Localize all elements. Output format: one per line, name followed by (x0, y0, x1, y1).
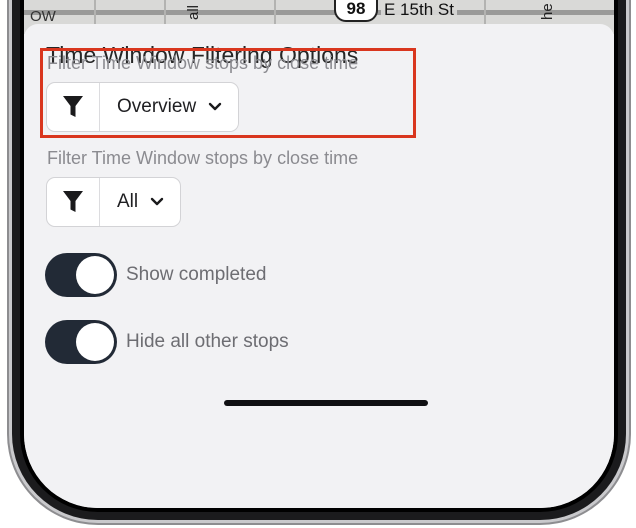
filter-funnel-icon (63, 191, 83, 212)
toggle-row-show-completed: Show completed (45, 253, 266, 297)
toggle-label: Show completed (126, 264, 267, 285)
filter-dropdown-all[interactable]: All (46, 177, 182, 227)
filter-label-close-time: Filter Time Window stops by close time (47, 148, 359, 168)
dropdown-selected-value: Overview (100, 83, 238, 131)
filter-funnel-icon (63, 96, 83, 117)
screenshot-stage: OW all he 98 E 15th St Time Window Filte… (0, 0, 636, 528)
dropdown-icon-cell (47, 178, 100, 226)
chevron-down-icon (150, 191, 164, 213)
map-road (24, 10, 614, 15)
phone-bezel: OW all he 98 E 15th St Time Window Filte… (20, 0, 618, 512)
chevron-down-icon (208, 96, 222, 118)
toggle-knob (76, 323, 114, 361)
filter-options-sheet: Time Window Filtering Options Filter Tim… (24, 24, 614, 508)
route-number: 98 (346, 0, 366, 18)
dropdown-icon-cell (47, 83, 100, 131)
filter-dropdown-overview[interactable]: Overview (46, 82, 240, 132)
phone-frame: OW all he 98 E 15th St Time Window Filte… (12, 0, 626, 520)
route-shield: 98 (334, 0, 378, 22)
map-label-vertical: all (186, 4, 202, 20)
map-label-vertical: he (540, 3, 556, 20)
hide-other-stops-toggle[interactable] (45, 320, 117, 364)
phone-screen: OW all he 98 E 15th St Time Window Filte… (24, 0, 614, 508)
toggle-label: Hide all other stops (126, 331, 289, 352)
dropdown-value-text: Overview (117, 96, 197, 117)
filter-label-close-time: Filter Time Window stops by close time (47, 53, 359, 73)
dropdown-value-text: All (117, 191, 139, 212)
toggle-row-hide-other-stops: Hide all other stops (45, 320, 289, 364)
map-street-name: E 15th St (381, 0, 457, 20)
toggle-knob (76, 256, 114, 294)
home-indicator[interactable] (224, 400, 428, 406)
show-completed-toggle[interactable] (45, 253, 117, 297)
dropdown-selected-value: All (100, 178, 180, 226)
